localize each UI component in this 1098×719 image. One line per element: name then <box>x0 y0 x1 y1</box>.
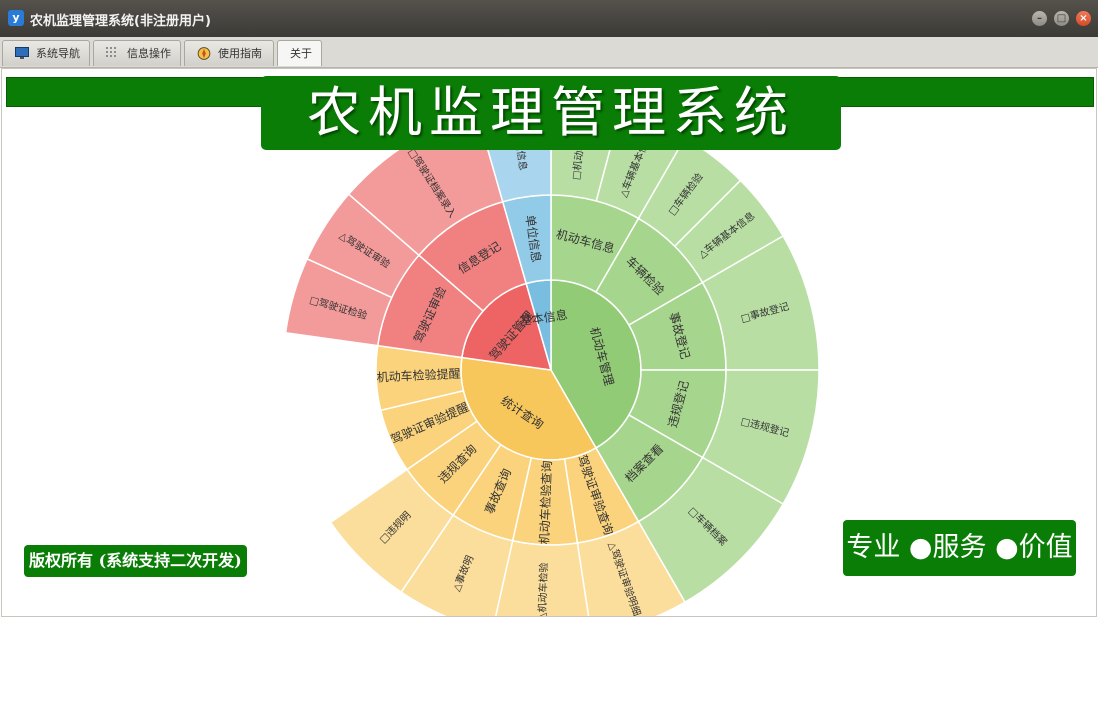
tab-label: 使用指南 <box>218 47 262 60</box>
app-logo-icon: y <box>8 10 24 26</box>
tab-about[interactable]: 关于 <box>277 40 322 66</box>
close-button[interactable]: × <box>1076 11 1091 26</box>
tab-label: 信息操作 <box>127 47 171 60</box>
tab-user-guide[interactable]: 使用指南 <box>184 40 274 66</box>
window-title: 农机监理管理系统(非注册用户) <box>30 14 211 29</box>
tab-bar: 系统导航 信息操作 使用指南 关于 <box>0 37 1098 68</box>
empty-area <box>0 617 1098 719</box>
main-content: 机动车管理 机动车信息 □机动车信息 △车辆基本信息 车辆检验 □车辆检验 △车辆基本信息事… <box>1 68 1097 617</box>
tab-system-navigation[interactable]: 系统导航 <box>2 40 90 66</box>
tab-label: 关于 <box>290 47 312 60</box>
monitor-icon <box>15 47 29 59</box>
maximize-button[interactable]: □ <box>1054 11 1069 26</box>
minimize-button[interactable]: – <box>1032 11 1047 26</box>
tab-info-operations[interactable]: 信息操作 <box>93 40 181 66</box>
grid-icon <box>106 47 116 57</box>
tab-label: 系统导航 <box>36 47 80 60</box>
banner-title: 农机监理管理系统 <box>261 76 841 150</box>
title-bar: y 农机监理管理系统(非注册用户) – □ × <box>0 0 1098 37</box>
copyright-badge: 版权所有 (系统支持二次开发) <box>24 545 247 577</box>
compass-icon <box>197 47 211 60</box>
sunburst-label: 机动车检验查询 <box>536 460 554 544</box>
slogan-badge: 专业 ●服务 ●价值 <box>843 520 1076 576</box>
